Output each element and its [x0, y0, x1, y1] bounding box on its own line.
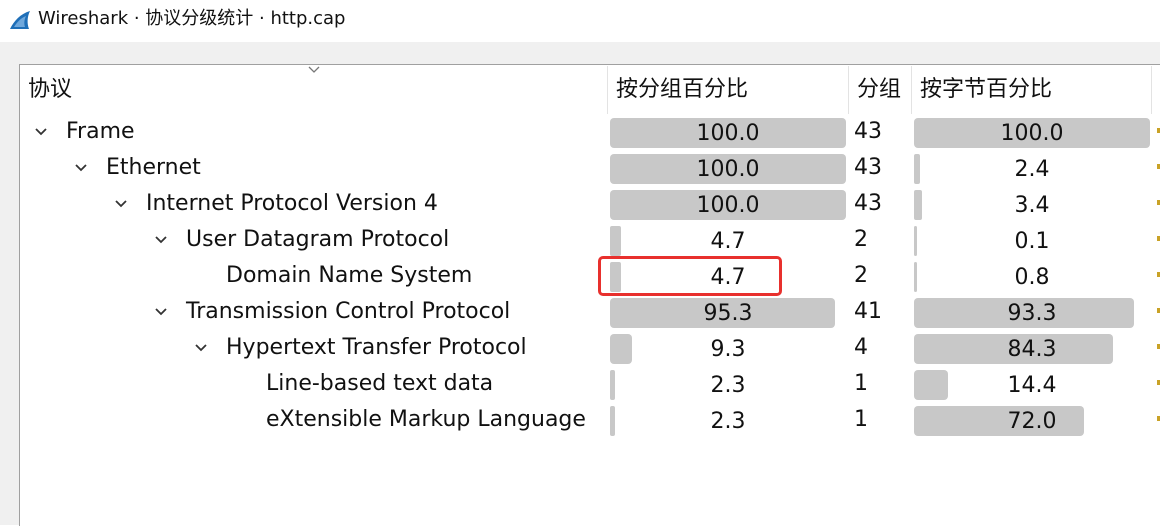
- percent-bytes-bar-value: 0.8: [1014, 265, 1050, 290]
- packets-count: 43: [854, 191, 882, 216]
- percent-bytes-bar-value: 0.1: [1014, 229, 1050, 254]
- packets-count: 2: [854, 263, 868, 288]
- percent-bytes-bar-value: 2.4: [1014, 157, 1050, 182]
- percent-packets-bar-value: 100.0: [696, 193, 760, 218]
- tree-row[interactable]: Domain Name System 4.7 2 0.8: [20, 258, 1160, 294]
- protocol-name: Domain Name System: [226, 263, 473, 288]
- protocol-name: User Datagram Protocol: [186, 227, 450, 252]
- percent-packets-bar: 95.3: [610, 298, 846, 328]
- column-header-percent-packets[interactable]: 按分组百分比: [608, 66, 848, 114]
- tree-row[interactable]: Frame 100.0 43 100.0: [20, 114, 1160, 150]
- tree-row[interactable]: Line-based text data 2.3 1 14.4: [20, 366, 1160, 402]
- chevron-down-icon[interactable]: [114, 197, 128, 211]
- title-bar: Wireshark · 协议分级统计 · http.cap: [0, 0, 1160, 42]
- percent-packets-bar-value: 95.3: [703, 301, 753, 326]
- tree-row[interactable]: Internet Protocol Version 4 100.0 43 3.4: [20, 186, 1160, 222]
- wireshark-fin-icon: [10, 11, 30, 29]
- percent-bytes-bar-value: 3.4: [1014, 193, 1050, 218]
- chevron-down-icon[interactable]: [154, 305, 168, 319]
- chevron-down-icon[interactable]: [194, 341, 208, 355]
- percent-bytes-bar: 14.4: [914, 370, 1150, 400]
- percent-bytes-bar-value: 100.0: [1000, 121, 1064, 146]
- percent-bytes-bar-value: 93.3: [1007, 301, 1057, 326]
- percent-bytes-bar: 0.8: [914, 262, 1150, 292]
- percent-bytes-bar: 2.4: [914, 154, 1150, 184]
- percent-packets-bar: 100.0: [610, 118, 846, 148]
- protocol-name: Ethernet: [106, 155, 201, 180]
- packets-count: 1: [854, 371, 868, 396]
- percent-bytes-bar: 100.0: [914, 118, 1150, 148]
- column-header-protocol[interactable]: 协议: [20, 66, 607, 114]
- column-header-percent-bytes[interactable]: 按字节百分比: [912, 66, 1152, 114]
- percent-packets-bar-value: 2.3: [710, 409, 746, 434]
- percent-bytes-bar: 72.0: [914, 406, 1150, 436]
- percent-packets-bar: 2.3: [610, 370, 846, 400]
- percent-packets-bar: 100.0: [610, 190, 846, 220]
- column-header-packets[interactable]: 分组: [849, 66, 911, 114]
- protocol-name: Frame: [66, 119, 135, 144]
- protocol-name: Hypertext Transfer Protocol: [226, 335, 527, 360]
- percent-bytes-bar: 0.1: [914, 226, 1150, 256]
- protocol-name: eXtensible Markup Language: [266, 407, 586, 432]
- chevron-down-icon[interactable]: [34, 125, 48, 139]
- percent-bytes-bar-value: 84.3: [1007, 337, 1057, 362]
- percent-bytes-bar-value: 72.0: [1007, 409, 1057, 434]
- packets-count: 1: [854, 407, 868, 432]
- percent-bytes-bar: 84.3: [914, 334, 1150, 364]
- percent-bytes-bar-value: 14.4: [1007, 373, 1057, 398]
- percent-bytes-bar: 3.4: [914, 190, 1150, 220]
- percent-packets-bar: 9.3: [610, 334, 846, 364]
- percent-packets-bar: 2.3: [610, 406, 846, 436]
- tree-row[interactable]: User Datagram Protocol 4.7 2 0.1: [20, 222, 1160, 258]
- packets-count: 41: [854, 299, 882, 324]
- window-title: Wireshark · 协议分级统计 · http.cap: [38, 8, 346, 29]
- header-separator[interactable]: [1151, 66, 1152, 114]
- tree-row[interactable]: eXtensible Markup Language 2.3 1 72.0: [20, 402, 1160, 438]
- packets-count: 43: [854, 155, 882, 180]
- percent-packets-bar-value: 100.0: [696, 157, 760, 182]
- percent-packets-bar-value: 4.7: [710, 229, 746, 254]
- packets-count: 4: [854, 335, 868, 360]
- protocol-name: Internet Protocol Version 4: [146, 191, 438, 216]
- highlight-box: [598, 256, 782, 296]
- protocol-name: Transmission Control Protocol: [186, 299, 511, 324]
- packets-count: 43: [854, 119, 882, 144]
- tree-row[interactable]: Transmission Control Protocol 95.3 41 93.3: [20, 294, 1160, 330]
- chevron-down-icon[interactable]: [154, 233, 168, 247]
- percent-packets-bar: 100.0: [610, 154, 846, 184]
- percent-packets-bar-value: 9.3: [710, 337, 746, 362]
- percent-packets-bar-value: 2.3: [710, 373, 746, 398]
- percent-bytes-bar: 93.3: [914, 298, 1150, 328]
- protocol-name: Line-based text data: [266, 371, 494, 396]
- tree-row[interactable]: Ethernet 100.0 43 2.4: [20, 150, 1160, 186]
- chevron-down-icon[interactable]: [74, 161, 88, 175]
- percent-packets-bar: 4.7: [610, 226, 846, 256]
- tree-row[interactable]: Hypertext Transfer Protocol 9.3 4 84.3: [20, 330, 1160, 366]
- packets-count: 2: [854, 227, 868, 252]
- percent-packets-bar-value: 100.0: [696, 121, 760, 146]
